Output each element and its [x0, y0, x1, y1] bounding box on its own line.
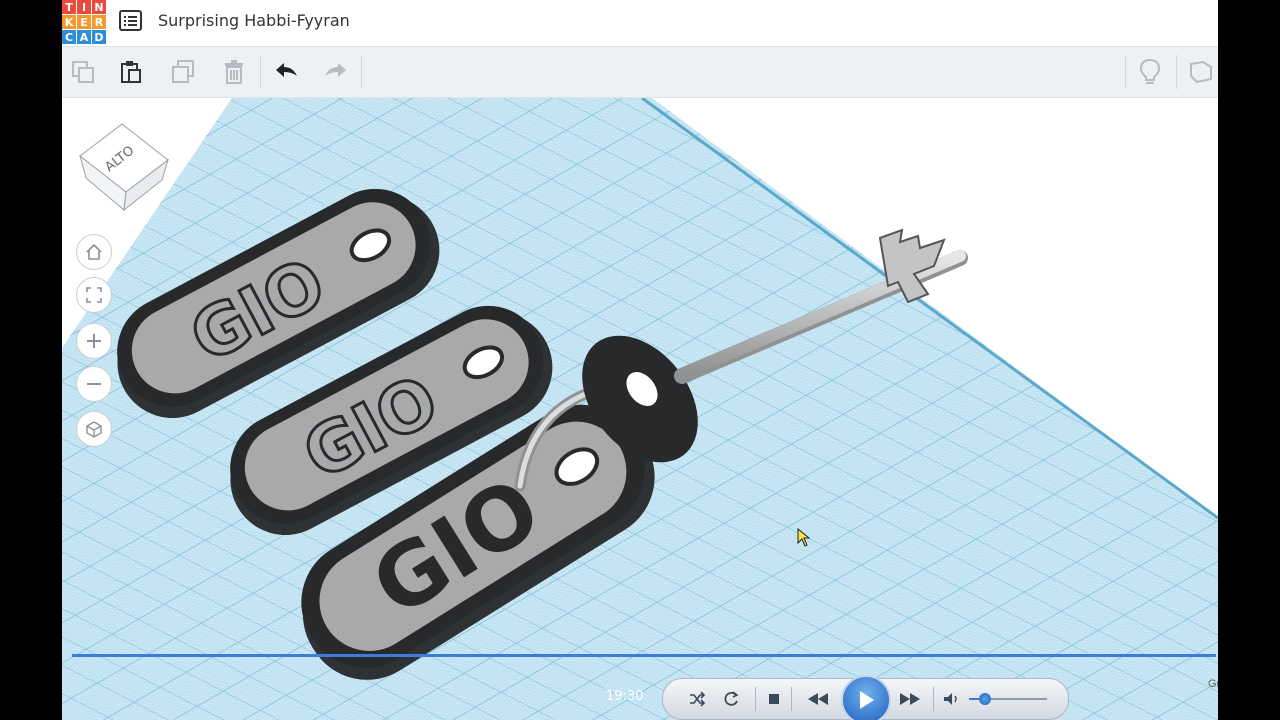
- duplicate-icon: [172, 60, 194, 83]
- view-cube[interactable]: ALTO: [76, 120, 172, 216]
- logo-letter: E: [77, 15, 91, 29]
- duplicate-button[interactable]: [166, 55, 200, 89]
- playback-time: 19:30: [606, 689, 644, 704]
- edit-toolbar: [62, 47, 1218, 98]
- toolbar-separator: [260, 55, 261, 89]
- player-controls: [662, 675, 1069, 720]
- shuffle-icon: [690, 691, 706, 707]
- zoom-in-icon: [87, 334, 101, 348]
- title-bar: T I N K E R C A D Surprising Habbi-Fyyra…: [62, 0, 1218, 47]
- zoom-out-button[interactable]: [76, 366, 112, 402]
- fit-view-icon: [86, 287, 102, 303]
- logo-letter: R: [92, 15, 106, 29]
- tinkercad-logo[interactable]: T I N K E R C A D: [62, 0, 106, 44]
- previous-button[interactable]: [803, 689, 833, 709]
- media-player-bar: 19:30 G: [62, 652, 1218, 720]
- lightbulb-icon: [1139, 58, 1161, 84]
- toolbar-separator: [1125, 55, 1126, 89]
- perspective-icon: [86, 421, 102, 438]
- volume-slider-thumb[interactable]: [978, 693, 991, 705]
- zoom-out-icon: [87, 383, 101, 385]
- zoom-in-button[interactable]: [76, 323, 112, 359]
- volume-track[interactable]: [969, 693, 1047, 705]
- design-list-icon[interactable]: [118, 9, 144, 33]
- notes-icon: [1190, 60, 1212, 84]
- player-separator: [755, 687, 756, 711]
- notes-button[interactable]: [1184, 55, 1218, 89]
- previous-icon: [808, 693, 828, 705]
- repeat-icon: [724, 691, 739, 706]
- redo-icon: [325, 63, 346, 77]
- logo-letter: C: [62, 30, 76, 44]
- logo-letter: D: [92, 30, 106, 44]
- delete-button[interactable]: [217, 55, 251, 89]
- stop-icon: [769, 694, 779, 704]
- workplane-scene[interactable]: GIO GIO GIO: [62, 98, 1218, 720]
- player-separator: [933, 687, 934, 711]
- redo-button[interactable]: [319, 55, 353, 89]
- delete-icon: [225, 60, 243, 84]
- paste-icon: [121, 61, 141, 83]
- volume-icon: [944, 693, 957, 705]
- seek-bar[interactable]: [72, 654, 1217, 657]
- fit-view-button[interactable]: [76, 277, 112, 313]
- undo-button[interactable]: [269, 55, 303, 89]
- logo-letter: K: [62, 15, 76, 29]
- logo-letter: N: [92, 0, 106, 14]
- toolbar-separator: [361, 55, 362, 89]
- copy-icon: [72, 61, 94, 83]
- perspective-button[interactable]: [76, 411, 112, 447]
- play-button[interactable]: [841, 675, 891, 720]
- next-icon: [900, 693, 920, 705]
- mouse-cursor-icon: [797, 528, 811, 547]
- mute-button[interactable]: [941, 689, 961, 709]
- copy-button[interactable]: [66, 55, 100, 89]
- stop-button[interactable]: [765, 690, 783, 708]
- tinkercad-app: T I N K E R C A D Surprising Habbi-Fyyra…: [62, 0, 1218, 720]
- truncated-label: Gr: [1208, 678, 1218, 690]
- home-icon: [86, 243, 102, 260]
- next-button[interactable]: [895, 689, 925, 709]
- logo-letter: A: [77, 30, 91, 44]
- paste-button[interactable]: [114, 55, 148, 89]
- undo-icon: [276, 63, 297, 77]
- toolbar-separator: [1176, 55, 1177, 89]
- logo-letter: T: [62, 0, 76, 14]
- home-view-button[interactable]: [76, 234, 112, 270]
- player-separator: [791, 687, 792, 711]
- design-title[interactable]: Surprising Habbi-Fyyran: [158, 11, 350, 30]
- play-icon: [860, 691, 874, 709]
- shuffle-button[interactable]: [687, 689, 707, 709]
- logo-letter: I: [77, 0, 91, 14]
- 3d-viewport[interactable]: GIO GIO GIO ALTO: [62, 98, 1218, 720]
- tips-button[interactable]: [1133, 55, 1167, 89]
- repeat-button[interactable]: [721, 689, 741, 709]
